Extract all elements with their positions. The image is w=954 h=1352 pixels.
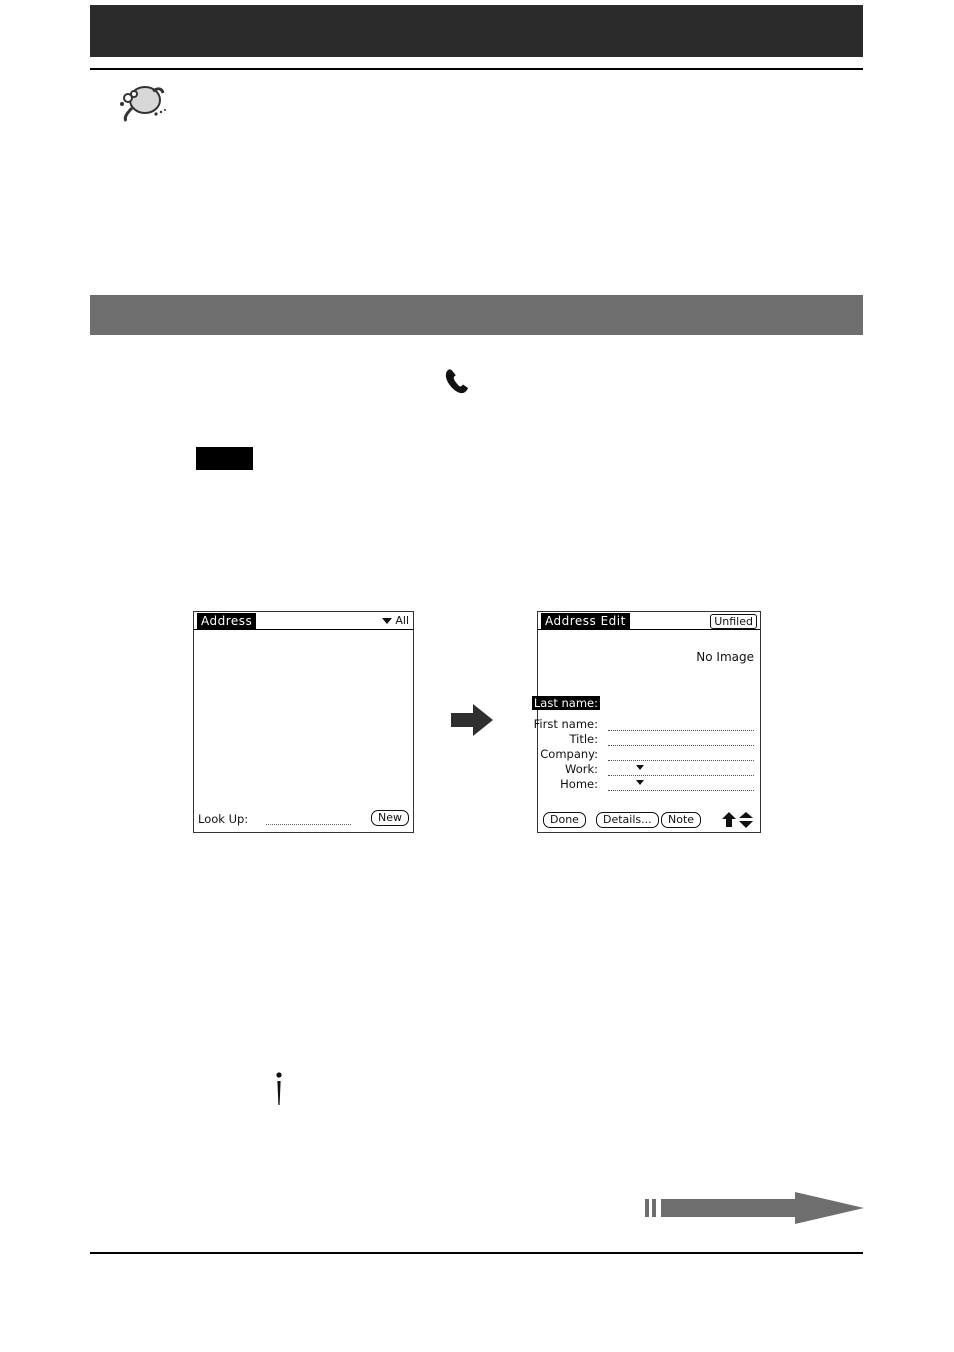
address-list-screen: Address All Look Up: New [193,611,414,833]
header-divider [90,68,863,70]
lookup-input[interactable] [266,823,351,825]
address-title-bar: Address All [194,612,413,630]
done-button[interactable]: Done [543,812,586,828]
field-row-home[interactable]: Home: [538,777,756,792]
field-label-work: Work: [565,762,598,776]
field-input-first-name[interactable] [608,729,754,731]
address-title: Address [197,613,257,629]
field-row-company[interactable]: Company: [538,747,756,762]
field-label-title: Title: [569,732,598,746]
telephone-handset-icon [440,365,474,399]
note-tag [196,447,253,470]
lookup-label: Look Up: [198,812,249,826]
page-top-banner [90,5,863,57]
section-heading-bar [90,295,863,335]
details-button[interactable]: Details... [596,812,659,828]
field-label-last-name: Last name: [531,696,600,710]
field-input-title[interactable] [608,744,754,746]
right-arrow-icon [449,700,495,740]
field-input-home[interactable] [608,789,754,791]
field-label-company: Company: [540,747,598,761]
address-edit-screen: Address Edit Unfiled No Image Last name:… [531,611,761,833]
address-lookup-row: Look Up: New [194,810,413,828]
no-image-placeholder: No Image [696,650,754,664]
chevron-down-icon[interactable] [636,780,644,785]
stylus-tap-icon [272,1071,286,1107]
address-book-phone-icon [112,80,168,126]
field-row-title[interactable]: Title: [538,732,756,747]
category-label: All [395,614,409,627]
chevron-down-icon [382,618,393,624]
new-button[interactable]: New [371,810,409,826]
address-edit-footer: Done Details... Note [538,811,760,829]
scroll-controls[interactable] [720,811,756,829]
page-forward-arrow-icon [645,1190,865,1226]
field-row-last-name[interactable]: Last name: [531,696,756,711]
note-button[interactable]: Note [661,812,702,828]
footer-divider [90,1252,863,1254]
address-edit-title-bar: Address Edit Unfiled [538,612,760,630]
field-input-company[interactable] [608,759,754,761]
category-unfiled-button[interactable]: Unfiled [710,614,757,629]
field-row-work[interactable]: Work: [538,762,756,777]
field-label-home: Home: [560,777,598,791]
chevron-down-icon[interactable] [636,765,644,770]
field-row-first-name[interactable]: First name: [534,717,756,732]
field-input-work[interactable] [608,774,754,776]
field-label-first-name: First name: [533,717,598,731]
address-edit-title: Address Edit [541,613,630,629]
category-selector[interactable]: All [382,613,409,629]
